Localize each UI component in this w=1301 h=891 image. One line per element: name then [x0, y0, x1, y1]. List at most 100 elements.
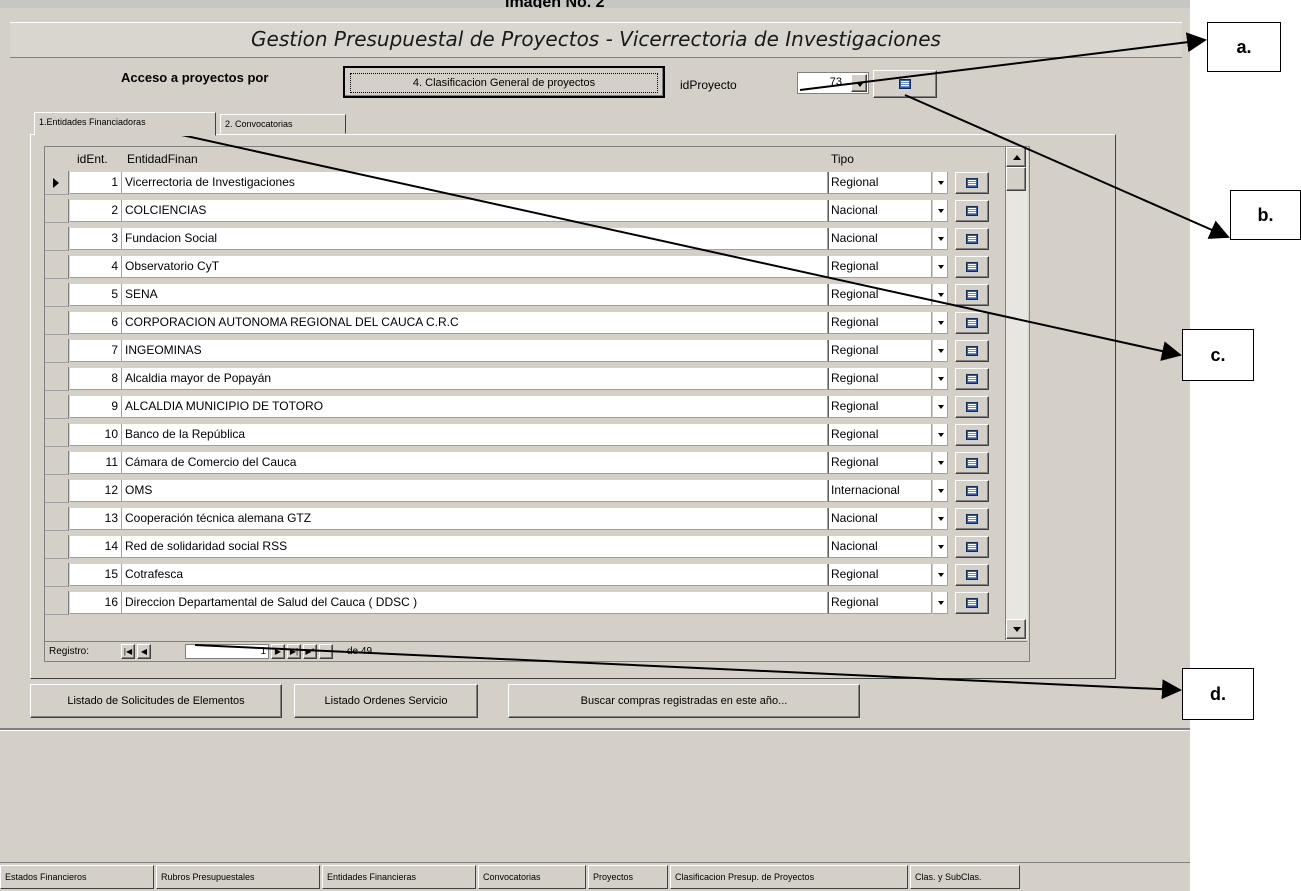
cell-id[interactable]: 14 — [70, 536, 122, 558]
type-dropdown-button[interactable] — [932, 200, 948, 222]
open-entity-button[interactable] — [955, 536, 989, 558]
record-selector[interactable] — [45, 339, 69, 363]
tab-clasificacion-presup[interactable]: Clasificacion Presup. de Proyectos — [670, 865, 908, 889]
type-dropdown-button[interactable] — [932, 508, 948, 530]
cell-name[interactable]: Banco de la República — [122, 424, 828, 446]
navigator-extra-button[interactable] — [319, 644, 333, 659]
type-dropdown-button[interactable] — [932, 172, 948, 194]
table-row[interactable]: 13 Cooperación técnica alemana GTZ Naciona… — [45, 507, 1005, 531]
table-row[interactable]: 2 COLCIENCIAS Nacional — [45, 199, 1005, 223]
record-selector[interactable] — [45, 367, 69, 391]
cell-name[interactable]: Fundacion Social — [122, 228, 828, 250]
cell-name[interactable]: SENA — [122, 284, 828, 306]
scroll-up-button[interactable] — [1006, 147, 1026, 167]
tab-entidades-financiadoras[interactable]: 1.Entidades Financiadoras — [34, 112, 216, 136]
table-row[interactable]: 8 Alcaldia mayor de Popayán Regional — [45, 367, 1005, 391]
open-entity-button[interactable] — [955, 452, 989, 474]
cell-type[interactable]: Regional — [828, 340, 932, 362]
vertical-scrollbar[interactable] — [1005, 147, 1028, 640]
last-record-button[interactable]: ▶| — [287, 644, 301, 659]
cell-name[interactable]: Cámara de Comercio del Cauca — [122, 452, 828, 474]
type-dropdown-button[interactable] — [932, 284, 948, 306]
cell-type[interactable]: Regional — [828, 424, 932, 446]
idproyecto-combo[interactable]: 73 — [797, 72, 869, 94]
cell-id[interactable]: 16 — [70, 592, 122, 614]
type-dropdown-button[interactable] — [932, 564, 948, 586]
cell-name[interactable]: Alcaldia mayor de Popayán — [122, 368, 828, 390]
open-entity-button[interactable] — [955, 396, 989, 418]
cell-id[interactable]: 10 — [70, 424, 122, 446]
next-record-button[interactable]: ▶ — [271, 644, 285, 659]
type-dropdown-button[interactable] — [932, 396, 948, 418]
cell-name[interactable]: Direccion Departamental de Salud del Cau… — [122, 592, 828, 614]
type-dropdown-button[interactable] — [932, 480, 948, 502]
combo-dropdown-button[interactable] — [851, 74, 867, 92]
tab-proyectos[interactable]: Proyectos — [588, 865, 668, 889]
open-entity-button[interactable] — [955, 508, 989, 530]
cell-id[interactable]: 5 — [70, 284, 122, 306]
table-row[interactable]: 11 Cámara de Comercio del Cauca Regional — [45, 451, 1005, 475]
cell-type[interactable]: Regional — [828, 396, 932, 418]
type-dropdown-button[interactable] — [932, 592, 948, 614]
cell-id[interactable]: 12 — [70, 480, 122, 502]
list-requests-button[interactable]: Listado de Solicitudes de Elementos — [30, 684, 282, 718]
record-selector[interactable] — [45, 311, 69, 335]
tab-estados-financieros[interactable]: Estados Financieros — [0, 865, 154, 889]
first-record-button[interactable]: |◀ — [121, 644, 135, 659]
cell-id[interactable]: 8 — [70, 368, 122, 390]
scroll-thumb[interactable] — [1006, 167, 1026, 191]
current-record-input[interactable]: 1 — [185, 644, 269, 659]
record-selector[interactable] — [45, 535, 69, 559]
cell-id[interactable]: 15 — [70, 564, 122, 586]
table-row[interactable]: 3 Fundacion Social Nacional — [45, 227, 1005, 251]
table-row[interactable]: 5 SENA Regional — [45, 283, 1005, 307]
type-dropdown-button[interactable] — [932, 312, 948, 334]
type-dropdown-button[interactable] — [932, 256, 948, 278]
cell-type[interactable]: Regional — [828, 256, 932, 278]
cell-type[interactable]: Regional — [828, 564, 932, 586]
cell-type[interactable]: Regional — [828, 452, 932, 474]
record-selector[interactable] — [45, 227, 69, 251]
record-selector[interactable] — [45, 255, 69, 279]
table-row[interactable]: 12 OMS Internacional — [45, 479, 1005, 503]
cell-type[interactable]: Nacional — [828, 508, 932, 530]
table-row[interactable]: 9 ALCALDIA MUNICIPIO DE TOTORO Regional — [45, 395, 1005, 419]
cell-id[interactable]: 9 — [70, 396, 122, 418]
table-row[interactable]: 1 Vicerrectoria de Investigaciones Regiona… — [45, 171, 1005, 195]
tab-convocatorias[interactable]: 2. Convocatorias — [220, 114, 346, 134]
cell-type[interactable]: Nacional — [828, 228, 932, 250]
cell-type[interactable]: Nacional — [828, 200, 932, 222]
tab-clas-subclas[interactable]: Clas. y SubClas. — [910, 865, 1020, 889]
tab-rubros-presupuestales[interactable]: Rubros Presupuestales — [156, 865, 320, 889]
cell-name[interactable]: Cotrafesca — [122, 564, 828, 586]
open-entity-button[interactable] — [955, 564, 989, 586]
type-dropdown-button[interactable] — [932, 536, 948, 558]
type-dropdown-button[interactable] — [932, 368, 948, 390]
open-entity-button[interactable] — [955, 312, 989, 334]
open-entity-button[interactable] — [955, 368, 989, 390]
table-row[interactable]: 6 CORPORACION AUTONOMA REGIONAL DEL CAUCA… — [45, 311, 1005, 335]
record-selector[interactable] — [45, 171, 69, 195]
cell-id[interactable]: 1 — [70, 172, 122, 194]
type-dropdown-button[interactable] — [932, 340, 948, 362]
cell-name[interactable]: OMS — [122, 480, 828, 502]
cell-id[interactable]: 3 — [70, 228, 122, 250]
cell-type[interactable]: Regional — [828, 368, 932, 390]
open-entity-button[interactable] — [955, 200, 989, 222]
type-dropdown-button[interactable] — [932, 424, 948, 446]
search-purchases-button[interactable]: Buscar compras registradas en este año..… — [508, 684, 860, 718]
cell-name[interactable]: ALCALDIA MUNICIPIO DE TOTORO — [122, 396, 828, 418]
record-selector[interactable] — [45, 479, 69, 503]
cell-type[interactable]: Regional — [828, 592, 932, 614]
cell-type[interactable]: Nacional — [828, 536, 932, 558]
cell-id[interactable]: 11 — [70, 452, 122, 474]
open-entity-button[interactable] — [955, 424, 989, 446]
table-row[interactable]: 7 INGEOMINAS Regional — [45, 339, 1005, 363]
cell-type[interactable]: Internacional — [828, 480, 932, 502]
open-entity-button[interactable] — [955, 256, 989, 278]
cell-id[interactable]: 2 — [70, 200, 122, 222]
cell-type[interactable]: Regional — [828, 312, 932, 334]
record-selector[interactable] — [45, 395, 69, 419]
previous-record-button[interactable]: ◀ — [137, 644, 151, 659]
open-entity-button[interactable] — [955, 228, 989, 250]
